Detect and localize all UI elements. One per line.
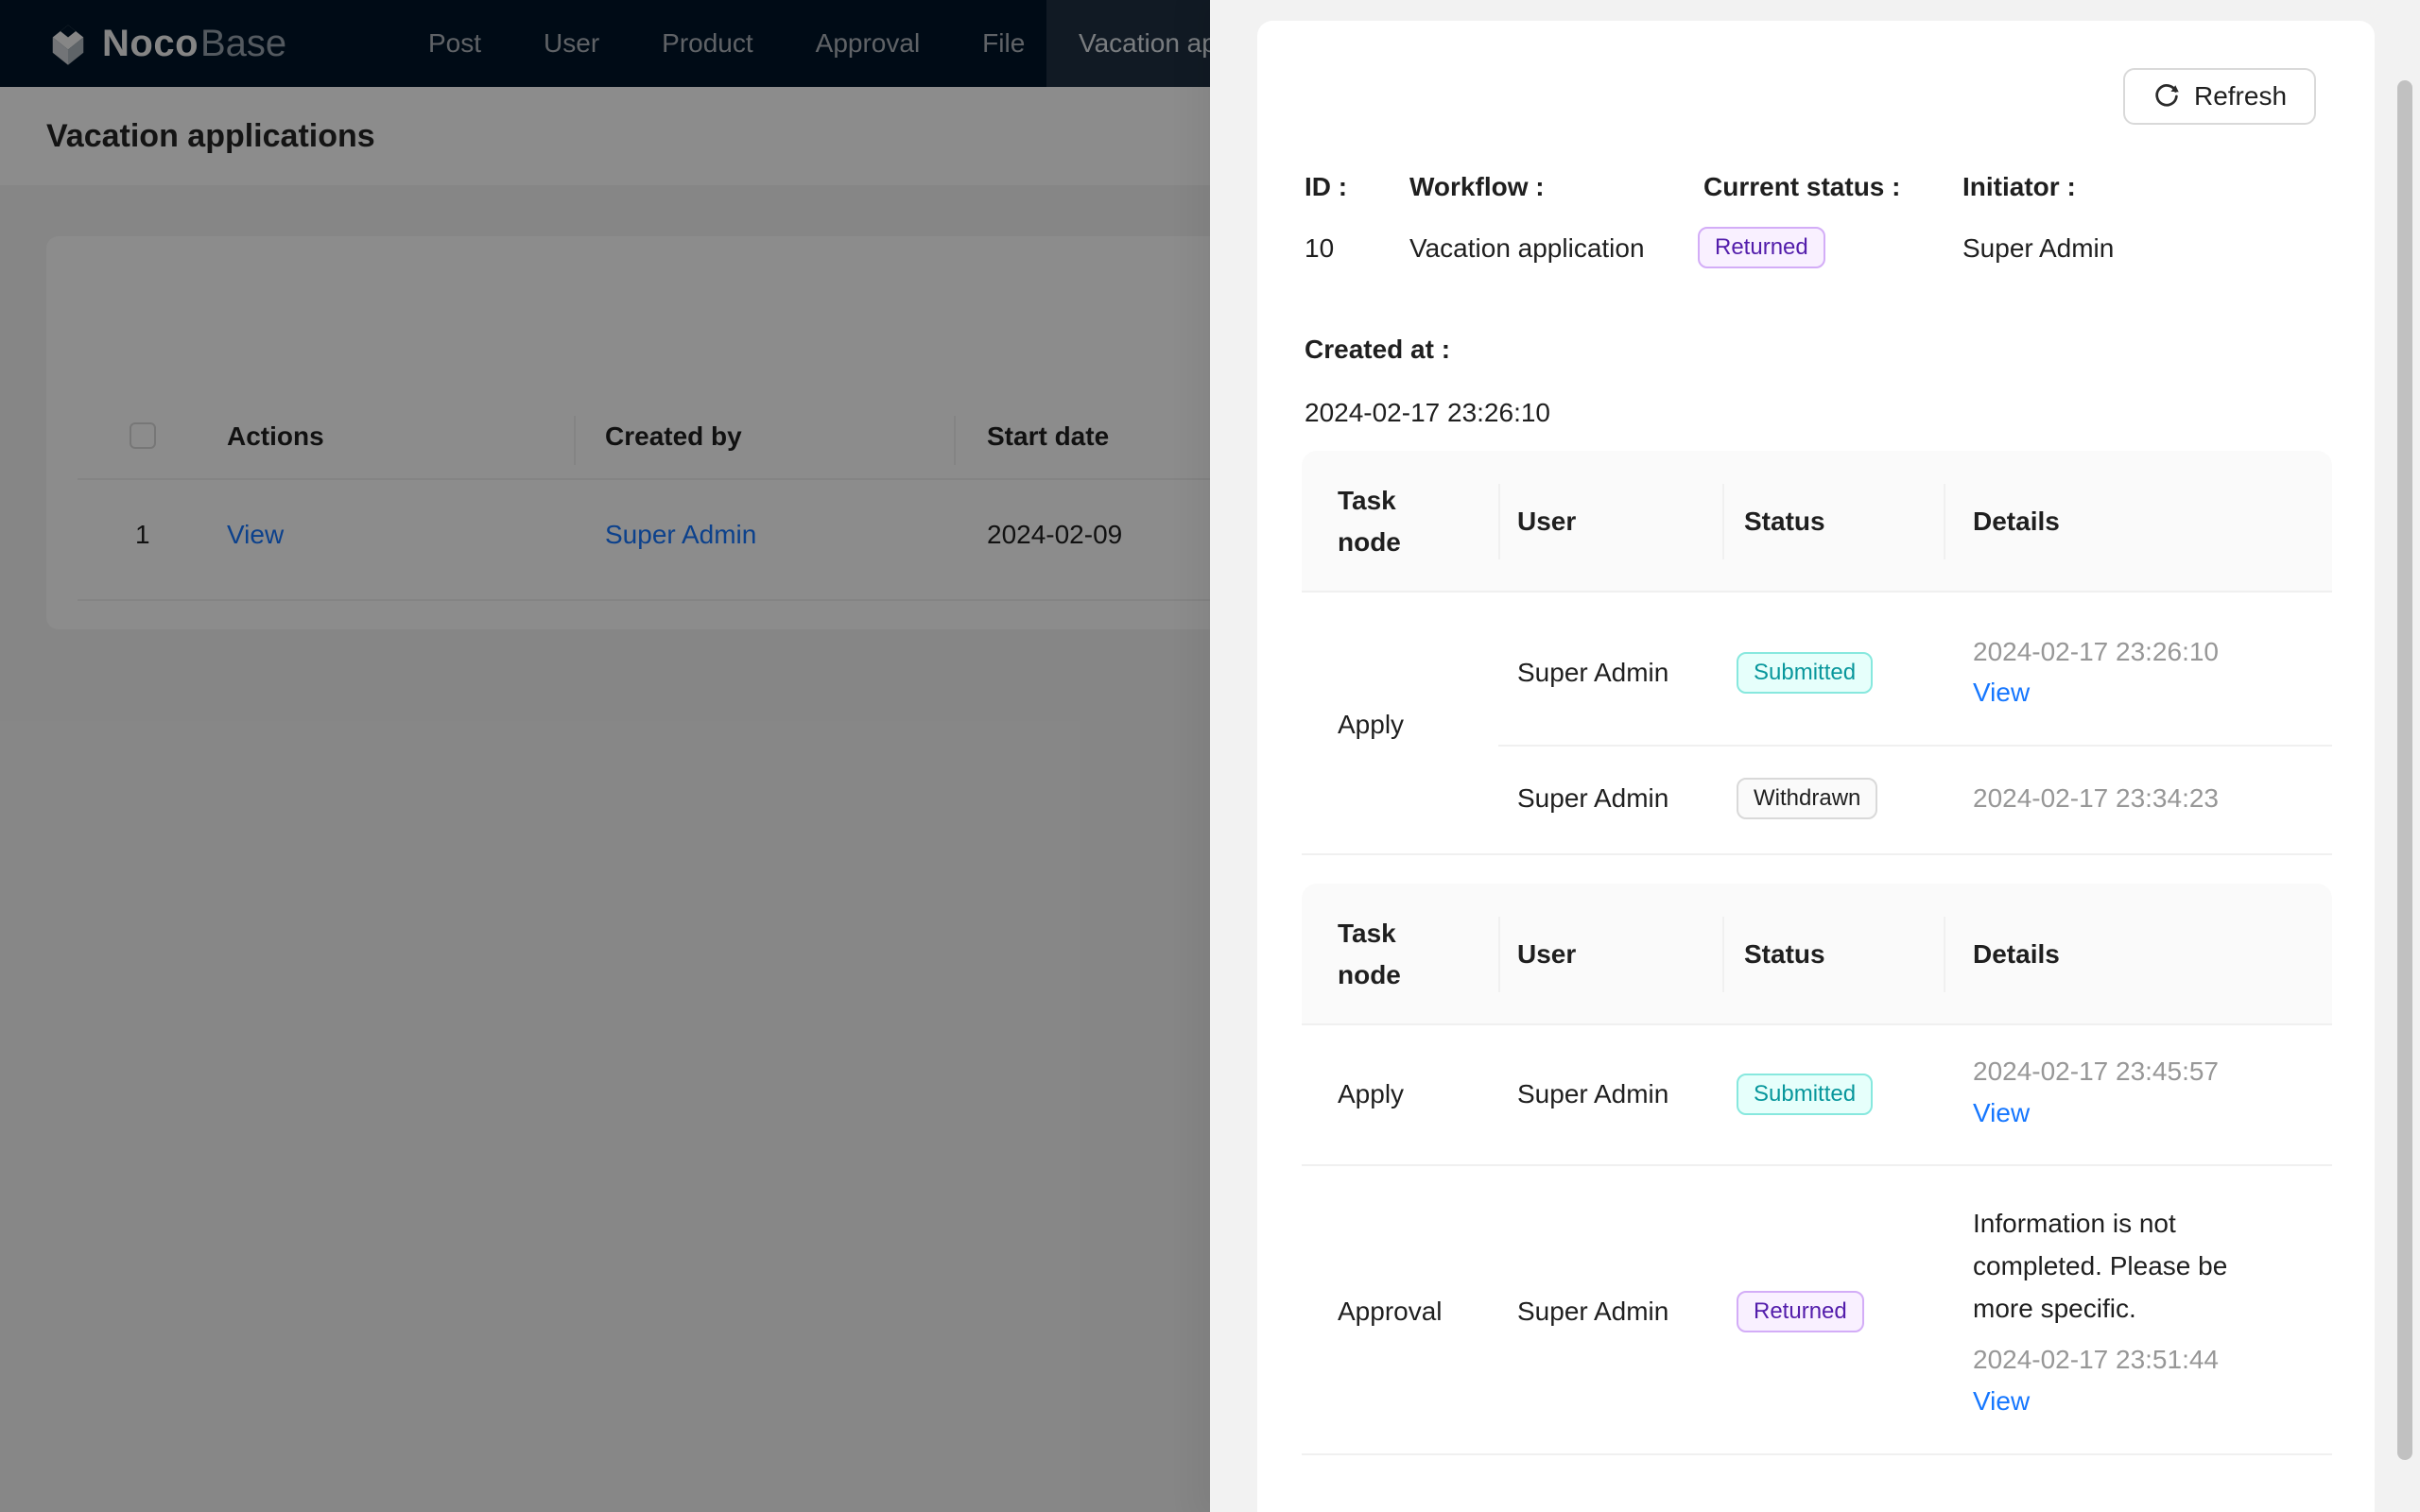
column-divider <box>1498 917 1500 992</box>
entry-view-link[interactable]: View <box>1973 679 2030 707</box>
column-divider <box>1722 917 1724 992</box>
field-value-created-at: 2024-02-17 23:26:10 <box>1305 398 1550 427</box>
column-header-details: Details <box>1973 939 2060 969</box>
column-header-status: Status <box>1744 507 1825 536</box>
entry-view-link[interactable]: View <box>1973 1099 2030 1127</box>
entry-timestamp: 2024-02-17 23:51:44 <box>1973 1345 2219 1374</box>
table-row-border <box>1302 1453 2332 1455</box>
field-label-current-status: Current status : <box>1703 172 1901 201</box>
approval-detail-drawer: Refresh ID : Workflow : Current status :… <box>1210 0 2420 1512</box>
drawer-overlay-mask[interactable] <box>0 0 1210 1512</box>
column-header-user: User <box>1517 507 1577 536</box>
column-divider <box>1944 917 1945 992</box>
field-label-created-at: Created at : <box>1305 335 1451 364</box>
task-node-apply: Apply <box>1338 710 1405 739</box>
table-header-border <box>1302 1023 2332 1025</box>
refresh-label: Refresh <box>2193 81 2288 111</box>
entry-timestamp: 2024-02-17 23:34:23 <box>1973 783 2219 813</box>
refresh-button[interactable]: Refresh <box>2123 68 2316 125</box>
column-header-status: Status <box>1744 939 1825 969</box>
field-label-id: ID : <box>1305 172 1348 201</box>
table-row-border <box>1302 853 2332 855</box>
current-status-badge: Returned <box>1698 227 1825 268</box>
status-badge-submitted: Submitted <box>1737 1074 1874 1115</box>
reload-icon <box>2152 82 2181 111</box>
column-header-task-node: Task node <box>1338 486 1401 557</box>
entry-user: Super Admin <box>1517 783 1669 813</box>
task-node-apply: Apply <box>1338 1079 1405 1108</box>
status-badge-returned: Returned <box>1737 1291 1864 1332</box>
status-badge-submitted: Submitted <box>1737 652 1874 694</box>
table-row-border <box>1302 1164 2332 1166</box>
column-divider <box>1722 484 1724 559</box>
column-divider <box>1944 484 1945 559</box>
drawer-scrollbar-thumb[interactable] <box>2397 80 2412 1460</box>
field-value-workflow: Vacation application <box>1409 233 1645 263</box>
sub-row-divider <box>1498 745 2332 747</box>
table-header-border <box>1302 591 2332 593</box>
entry-view-link[interactable]: View <box>1973 1387 2030 1416</box>
entry-timestamp: 2024-02-17 23:26:10 <box>1973 637 2219 666</box>
column-header-details: Details <box>1973 507 2060 536</box>
entry-timestamp: 2024-02-17 23:45:57 <box>1973 1057 2219 1086</box>
field-value-initiator: Super Admin <box>1962 233 2115 263</box>
column-header-user: User <box>1517 939 1577 969</box>
field-label-initiator: Initiator : <box>1962 172 2076 201</box>
column-header-task-node: Task node <box>1338 919 1401 989</box>
approval-detail-card: Refresh ID : Workflow : Current status :… <box>1257 21 2375 1512</box>
entry-user: Super Admin <box>1517 1297 1669 1326</box>
field-value-id: 10 <box>1305 233 1335 263</box>
entry-user: Super Admin <box>1517 1079 1669 1108</box>
task-node-approval: Approval <box>1338 1297 1443 1326</box>
approval-comment: Information is not completed. Please be … <box>1973 1209 2228 1323</box>
column-divider <box>1498 484 1500 559</box>
field-label-workflow: Workflow : <box>1409 172 1545 201</box>
entry-user: Super Admin <box>1517 658 1669 687</box>
status-badge-withdrawn: Withdrawn <box>1737 778 1878 819</box>
